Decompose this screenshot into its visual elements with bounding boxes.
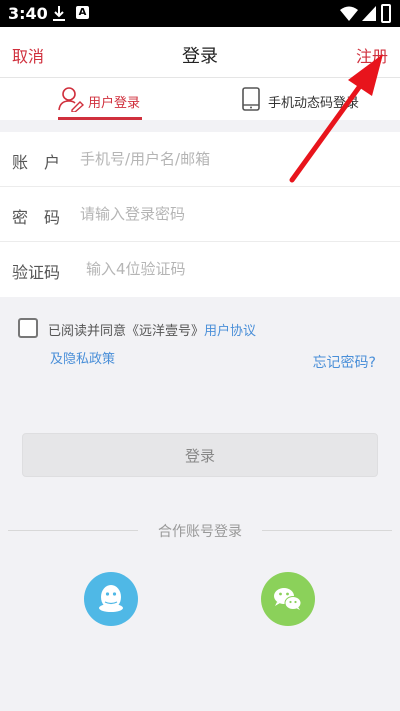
partner-login-label: 合作账号登录 xyxy=(158,524,242,540)
phone-icon xyxy=(242,87,260,111)
signal-icon xyxy=(362,6,376,21)
agreement-prefix: 已阅读并同意《远洋壹号》 xyxy=(48,324,205,339)
tab-user-login[interactable]: 用户登录 xyxy=(58,78,142,120)
status-time: 3:40 xyxy=(8,4,48,23)
agreement-checkbox[interactable] xyxy=(18,318,38,338)
wechat-icon xyxy=(274,588,302,610)
account-input[interactable] xyxy=(80,146,360,172)
code-label: 验证码 xyxy=(12,263,61,282)
battery-icon xyxy=(381,4,391,23)
qq-login-button[interactable] xyxy=(84,572,138,626)
status-bar: 3:40 A xyxy=(0,0,400,27)
tab-label: 手机动态码登录 xyxy=(268,96,360,111)
register-button[interactable]: 注册 xyxy=(356,43,388,67)
login-form: 账 户 密 码 验证码 xyxy=(0,132,400,297)
wifi-icon xyxy=(340,6,358,21)
verification-code-input[interactable] xyxy=(86,256,366,282)
tab-phone-code-login[interactable]: 手机动态码登录 xyxy=(240,78,380,120)
user-agreement-link[interactable]: 用户协议 xyxy=(204,324,256,339)
download-icon xyxy=(53,6,65,21)
password-label: 密 码 xyxy=(12,208,61,227)
login-button[interactable]: 登录 xyxy=(22,433,378,477)
wechat-login-button[interactable] xyxy=(261,572,315,626)
notification-a-icon: A xyxy=(76,6,89,19)
password-input[interactable] xyxy=(80,201,360,227)
code-row: 验证码 xyxy=(0,242,400,297)
agreement-text: 已阅读并同意《远洋壹号》用户协议 xyxy=(48,320,256,339)
nav-bar: 取消 登录 注册 xyxy=(0,27,400,78)
forgot-password-link[interactable]: 忘记密码? xyxy=(313,352,376,372)
qq-icon xyxy=(99,585,123,612)
privacy-policy-link[interactable]: 及隐私政策 xyxy=(50,348,115,367)
page-title: 登录 xyxy=(182,46,218,67)
password-row: 密 码 xyxy=(0,187,400,242)
account-label: 账 户 xyxy=(12,153,61,172)
active-tab-indicator xyxy=(58,117,142,120)
divider-right xyxy=(262,530,392,531)
login-tabs: 用户登录 手机动态码登录 xyxy=(0,78,400,120)
user-edit-icon xyxy=(58,87,84,112)
tab-label: 用户登录 xyxy=(88,96,141,111)
account-row: 账 户 xyxy=(0,132,400,187)
